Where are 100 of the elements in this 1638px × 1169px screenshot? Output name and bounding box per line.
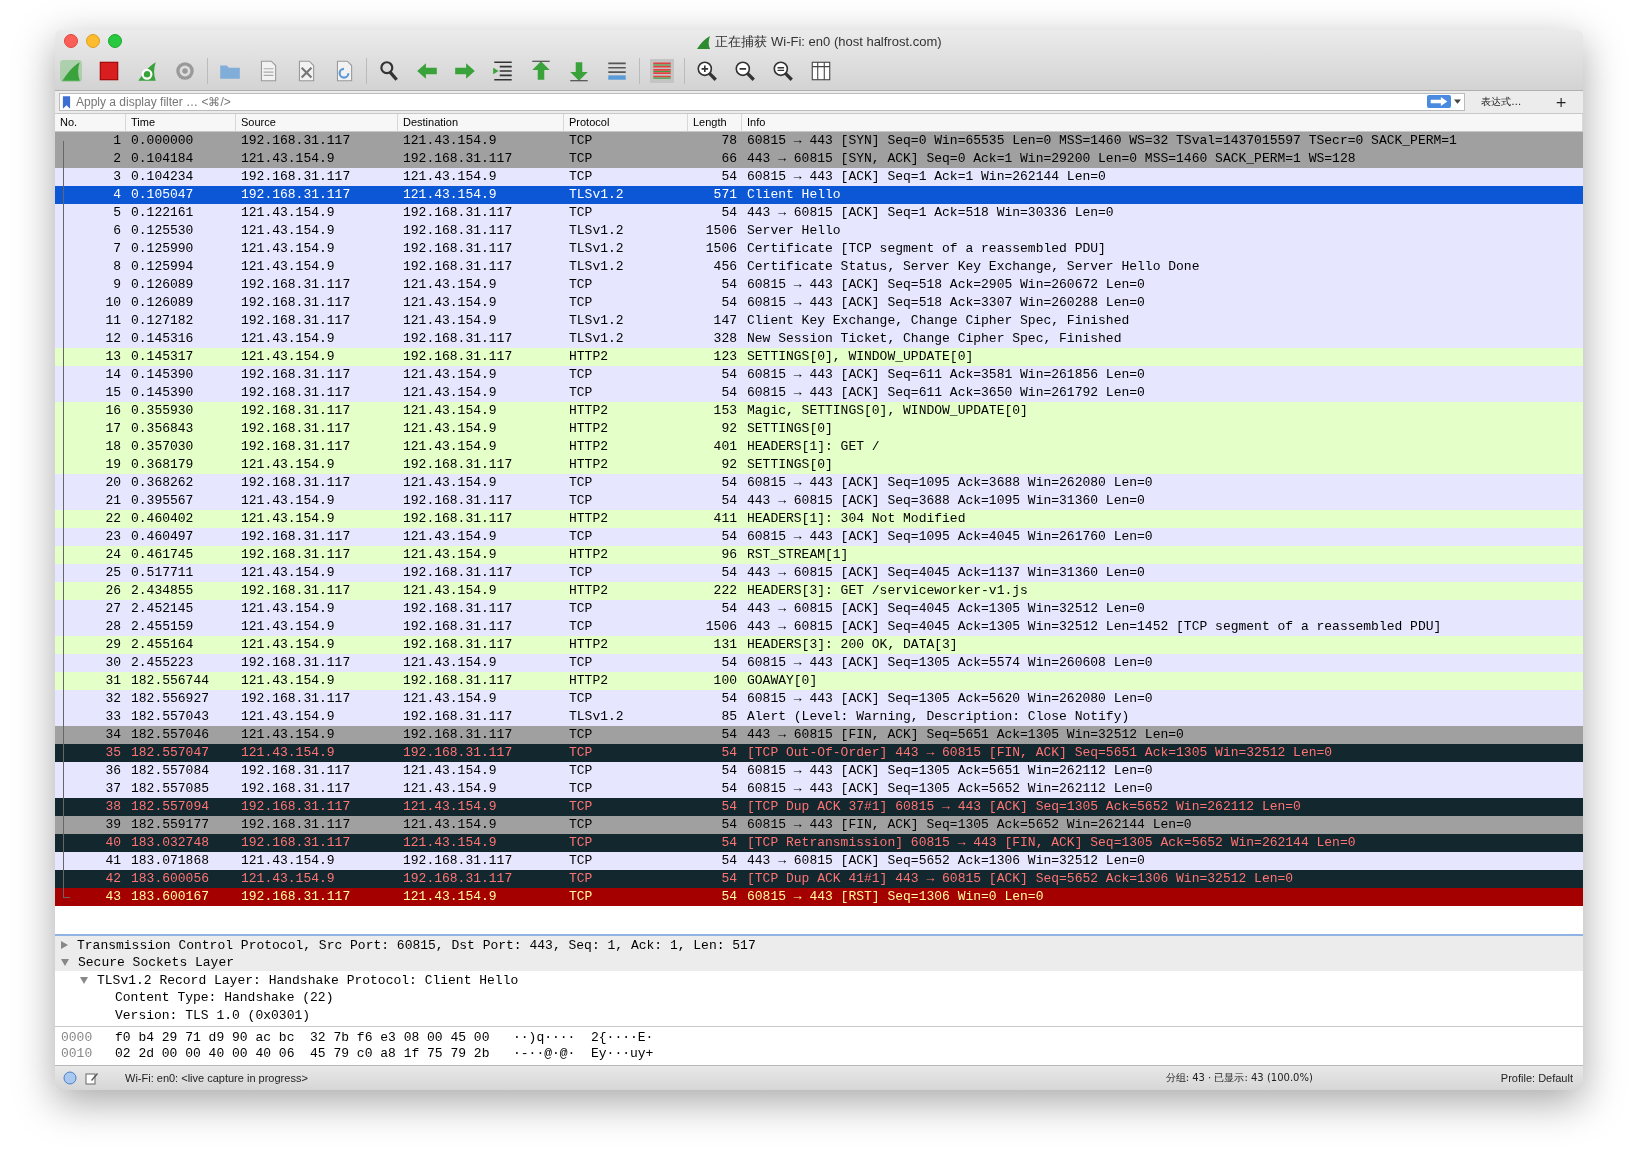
bookmark-icon[interactable] [62, 95, 71, 109]
table-cell-text: TCP [568, 493, 594, 509]
column-header[interactable]: No. [55, 113, 126, 131]
table-cell-text: 54 [720, 727, 738, 743]
table-cell-text: 183.071868 [130, 853, 210, 869]
detail-text[interactable]: Version: TLS 1.0 (0x0301) [115, 1007, 311, 1023]
table-cell-text: 192.168.31.117 [240, 367, 352, 383]
add-filter-button[interactable]: + [1549, 92, 1573, 111]
table-cell-text: TLSv1.2 [568, 331, 625, 347]
display-filter-field[interactable]: Apply a display filter … <⌘/> [59, 92, 1466, 111]
table-cell-text: HEADERS[3]: GET /serviceworker-v1.js [746, 583, 1029, 599]
table-cell-text: 192.168.31.117 [402, 853, 514, 869]
table-cell-text: 60815 → 443 [ACK] Seq=1095 Ack=3688 Win=262080 Len=0 [746, 475, 1154, 491]
table-cell-text: 54 [720, 529, 738, 545]
table-cell-text: SETTINGS[0] [746, 421, 834, 437]
table-cell-text: 60815 → 443 [ACK] Seq=611 Ack=3581 Win=261856 Len=0 [746, 367, 1146, 383]
table-cell-text: 42 [104, 871, 122, 887]
table-cell-text: 0.126089 [130, 277, 195, 293]
table-cell-text: 54 [720, 169, 738, 185]
table-cell-text: 60815 → 443 [ACK] Seq=1305 Ack=5651 Win=262112 Len=0 [746, 763, 1154, 779]
zoom-in-icon[interactable] [695, 59, 719, 83]
table-cell-text: 192.168.31.117 [402, 223, 514, 239]
column-header[interactable]: Source [236, 113, 398, 131]
shark-fin-icon[interactable] [59, 59, 83, 83]
table-cell-text: 54 [720, 853, 738, 869]
profile-text[interactable]: Profile: Default [1500, 1072, 1573, 1084]
table-cell-text: 192.168.31.117 [402, 565, 514, 581]
colorize-icon[interactable] [650, 59, 674, 83]
table-cell-text: 54 [720, 295, 738, 311]
table-cell-text: 54 [720, 493, 738, 509]
table-cell-text: 443 → 60815 [SYN, ACK] Seq=0 Ack=1 Win=29200 Len=0 MSS=1460 SACK_PERM=1 WS=128 [746, 151, 1357, 167]
expression-button[interactable]: 表达式… [1475, 92, 1528, 111]
table-cell-text: 60815 → 443 [ACK] Seq=1305 Ack=5652 Win=262112 Len=0 [746, 781, 1154, 797]
table-cell-text: 192.168.31.117 [402, 259, 514, 275]
table-cell-text: 60815 → 443 [FIN, ACK] Seq=1305 Ack=5652 Win=262144 Len=0 [746, 817, 1193, 833]
table-cell-text: TCP [568, 205, 594, 221]
table-cell-text: 11 [104, 313, 122, 329]
table-cell-text: 32 [104, 691, 122, 707]
down-arrow-icon[interactable] [567, 59, 591, 83]
search-icon[interactable] [377, 59, 401, 83]
zoom-reset-icon[interactable] [771, 59, 795, 83]
table-cell-text: 121.43.154.9 [402, 817, 498, 833]
table-cell-text: 23 [104, 529, 122, 545]
table-cell-text: TLSv1.2 [568, 313, 625, 329]
table-cell-text: 182.557043 [130, 709, 210, 725]
table-cell-text: 121.43.154.9 [240, 637, 336, 653]
gear-icon[interactable] [173, 59, 197, 83]
table-cell-text: 0.125994 [130, 259, 195, 275]
table-cell-text: 0.460497 [130, 529, 195, 545]
column-header[interactable]: Info [742, 113, 1583, 131]
table-cell-text: 121.43.154.9 [240, 457, 336, 473]
table-cell-text: TLSv1.2 [568, 187, 625, 203]
table-cell-text: TCP [568, 385, 594, 401]
restart-fin-icon[interactable] [135, 59, 159, 83]
table-cell-text: 0.145390 [130, 367, 195, 383]
table-cell-text: 443 → 60815 [ACK] Seq=4045 Ack=1305 Win=32512 Len=0 [746, 601, 1146, 617]
detail-text[interactable]: TLSv1.2 Record Layer: Handshake Protocol: Client Hello [97, 972, 519, 988]
table-cell-text: 121.43.154.9 [240, 709, 336, 725]
column-header[interactable]: Length [688, 113, 742, 131]
zoom-out-icon[interactable] [733, 59, 757, 83]
column-header[interactable]: Time [126, 113, 236, 131]
detail-text[interactable]: Secure Sockets Layer [78, 955, 235, 971]
table-cell-text: 121.43.154.9 [240, 331, 336, 347]
table-cell-text: 6 [112, 223, 122, 239]
expander-icon[interactable] [61, 959, 69, 967]
table-cell-text: 0.127182 [130, 313, 195, 329]
table-cell-text: 60815 → 443 [ACK] Seq=518 Ack=3307 Win=260288 Len=0 [746, 295, 1146, 311]
table-cell-text: 54 [720, 889, 738, 905]
stop-icon[interactable] [97, 59, 121, 83]
status-circle-icon[interactable] [63, 1071, 77, 1085]
table-cell-text: 19 [104, 457, 122, 473]
minimize-window-button[interactable] [86, 34, 100, 48]
table-cell-text: 43 [104, 889, 122, 905]
zoom-window-button[interactable] [108, 34, 122, 48]
table-cell-text: 121.43.154.9 [402, 763, 498, 779]
table-cell-text: TCP [568, 655, 594, 671]
table-cell-text: TCP [568, 565, 594, 581]
column-header[interactable]: Destination [398, 113, 564, 131]
table-cell-text: 54 [720, 367, 738, 383]
table-cell-text: 38 [104, 799, 122, 815]
table-cell-text: 36 [104, 763, 122, 779]
edit-comment-icon[interactable] [85, 1071, 99, 1085]
resize-columns-icon[interactable] [809, 59, 833, 83]
table-cell-text: HTTP2 [568, 637, 609, 653]
column-header[interactable]: Protocol [564, 113, 688, 131]
go-to-packet-icon[interactable] [491, 59, 515, 83]
close-window-button[interactable] [64, 34, 78, 48]
table-cell-text: 182.557084 [130, 763, 210, 779]
table-cell-text: 192.168.31.117 [240, 421, 352, 437]
table-cell-text: 121.43.154.9 [402, 277, 498, 293]
expander-icon[interactable] [80, 976, 88, 984]
table-cell-text: TCP [568, 727, 594, 743]
table-cell-text: 31 [104, 673, 122, 689]
up-arrow-icon[interactable] [529, 59, 553, 83]
dropdown-caret-icon[interactable] [1454, 98, 1462, 105]
packet-count-text: 分组: 43 · 已显示: 43 (100.0%) [1165, 1071, 1313, 1085]
detail-text[interactable]: Content Type: Handshake (22) [115, 990, 334, 1006]
table-cell-text: 60815 → 443 [SYN] Seq=0 Win=65535 Len=0 MSS=1460 WS=32 TSval=1437015597 TSecr=0 SACK_PERM=1 [746, 133, 1458, 149]
table-cell-text: 54 [720, 763, 738, 779]
table-cell-text: 34 [104, 727, 122, 743]
